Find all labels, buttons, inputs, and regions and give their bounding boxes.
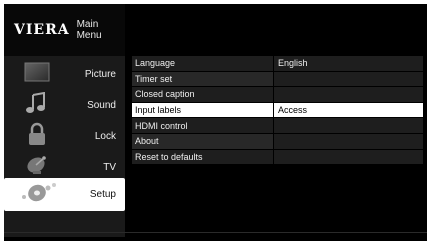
nav-label: Sound	[87, 100, 116, 111]
brand-header: VIERA Main Menu	[4, 4, 125, 56]
setup-row-reset-to-defaults[interactable]: Reset to defaults	[132, 149, 423, 166]
satellite-dish-icon	[24, 154, 50, 181]
nav-item-setup[interactable]: Setup	[4, 178, 125, 211]
nav-item-sound[interactable]: Sound	[4, 90, 125, 121]
nav-item-picture[interactable]: Picture	[4, 59, 125, 90]
setup-row-label: About	[132, 133, 273, 149]
music-note-icon	[24, 91, 50, 119]
setup-row-label: Closed caption	[132, 87, 273, 102]
menu-title: Main Menu	[76, 19, 102, 41]
divider	[4, 232, 427, 233]
nav-label: TV	[103, 162, 116, 173]
setup-submenu: Language English Timer set Closed captio…	[132, 56, 423, 166]
setup-row-value: English	[274, 56, 423, 71]
setup-row-label: HDMI control	[132, 118, 273, 133]
setup-row-input-labels[interactable]: Input labels Access	[132, 102, 423, 119]
nav-label: Picture	[84, 69, 116, 80]
main-menu-sidebar: VIERA Main Menu Picture Sound Lock TV Se…	[4, 4, 125, 237]
setup-row-closed-caption[interactable]: Closed caption	[132, 87, 423, 103]
viera-logo: VIERA	[14, 22, 70, 38]
setup-row-label: Reset to defaults	[132, 149, 273, 165]
setup-row-value	[274, 149, 423, 165]
picture-icon	[24, 62, 50, 87]
setup-row-timer-set[interactable]: Timer set	[132, 71, 423, 88]
padlock-icon	[24, 122, 50, 151]
setup-row-value	[274, 71, 423, 87]
setup-row-about[interactable]: About	[132, 133, 423, 150]
setup-row-language[interactable]: Language English	[132, 56, 423, 72]
setup-row-value	[274, 87, 423, 102]
tv-screen: VIERA Main Menu Picture Sound Lock TV Se…	[4, 4, 427, 241]
setup-row-label: Input labels	[132, 102, 273, 118]
setup-row-value: Access	[274, 102, 423, 118]
setup-row-hdmi-control[interactable]: HDMI control	[132, 118, 423, 134]
nav-label: Setup	[89, 189, 116, 200]
setup-row-value	[274, 133, 423, 149]
setup-row-value	[274, 118, 423, 133]
setup-row-label: Timer set	[132, 71, 273, 87]
setup-row-label: Language	[132, 56, 273, 71]
setup-disc-icon	[20, 180, 60, 209]
nav-item-lock[interactable]: Lock	[4, 121, 125, 152]
nav-label: Lock	[94, 131, 116, 142]
